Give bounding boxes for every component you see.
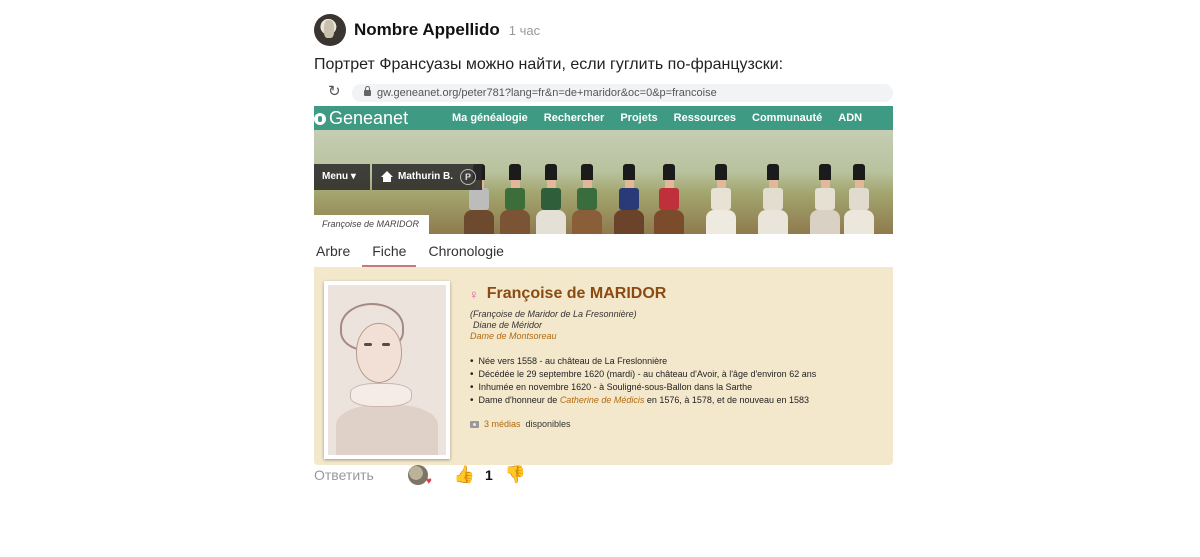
- person-button[interactable]: Mathurin B. P: [372, 164, 482, 190]
- rider-figure: [614, 164, 644, 234]
- aliases: (Françoise de Maridor de La Fresonnière)…: [470, 309, 637, 342]
- catherine-link[interactable]: Catherine de Médicis: [560, 395, 645, 405]
- fact-text: en 1576, à 1578, et de nouveau en 1583: [646, 395, 810, 405]
- rider-figure: [654, 164, 684, 234]
- geneanet-navbar: Geneanet Ma généalogie Rechercher Projet…: [314, 106, 893, 130]
- female-icon: ♀: [469, 286, 479, 302]
- name-tab: Françoise de MARIDOR: [314, 215, 430, 234]
- like-count: 1: [485, 467, 493, 483]
- tab-arbre[interactable]: Arbre: [316, 236, 350, 266]
- rider-figure: [706, 164, 736, 234]
- alias: Diane de Méridor: [473, 320, 543, 330]
- person-badge: P: [460, 169, 476, 185]
- thumbs-up-icon[interactable]: 👍: [454, 465, 475, 485]
- lock-icon: [364, 86, 371, 96]
- rider-figure: [810, 164, 840, 234]
- embedded-screenshot[interactable]: ↻ gw.geneanet.org/peter781?lang=fr&n=de+…: [314, 83, 893, 465]
- nav-item: Ressources: [673, 112, 737, 124]
- reload-icon: ↻: [328, 83, 341, 100]
- media-info: 3 médias disponibles: [470, 419, 571, 429]
- rider-figure: [572, 164, 602, 234]
- tab-chronologie[interactable]: Chronologie: [428, 236, 504, 266]
- nav-item: Communauté: [752, 112, 823, 124]
- media-link[interactable]: 3 médias: [484, 419, 521, 429]
- tab-fiche[interactable]: Fiche: [362, 236, 417, 268]
- menu-button[interactable]: Menu ▾: [314, 164, 370, 190]
- reaction-avatar[interactable]: ♥: [407, 465, 432, 487]
- home-icon: [381, 171, 393, 182]
- geneanet-leaf-icon: [314, 112, 326, 125]
- person-name-text: Françoise de MARIDOR: [486, 285, 667, 302]
- nav-item: ADN: [838, 112, 863, 124]
- alias: (Françoise de Maridor de La Fresonnière): [470, 309, 637, 319]
- rider-figure: [758, 164, 788, 234]
- person-label: Mathurin B.: [398, 171, 453, 182]
- geneanet-logo: Geneanet: [314, 108, 408, 129]
- camera-icon: [470, 420, 479, 428]
- timestamp: 1 час: [508, 22, 541, 38]
- comment-text: Портрет Франсуазы можно найти, если гугл…: [314, 56, 784, 73]
- geneanet-logo-text: Geneanet: [329, 108, 409, 128]
- nav-item: Ma généalogie: [452, 112, 528, 124]
- reply-button[interactable]: Ответить: [314, 467, 374, 483]
- profile-card: ♀ Françoise de MARIDOR (Françoise de Mar…: [314, 267, 893, 465]
- rider-figure: [844, 164, 874, 234]
- nav-item: Projets: [620, 112, 658, 124]
- heart-icon: ♥: [425, 476, 432, 487]
- media-text: disponibles: [525, 419, 571, 429]
- thumbs-down-icon[interactable]: 👎: [505, 465, 526, 485]
- fact-text: Dame d'honneur de: [478, 395, 558, 405]
- browser-url-bar: ↻ gw.geneanet.org/peter781?lang=fr&n=de+…: [314, 83, 893, 104]
- nav-item: Rechercher: [543, 112, 605, 124]
- comment: Nombre Appellido 1 час Портрет Франсуазы…: [314, 12, 894, 465]
- geneanet-menu: Ma généalogie Rechercher Projets Ressour…: [452, 106, 862, 130]
- rider-figure: [536, 164, 566, 234]
- avatar[interactable]: [314, 14, 346, 46]
- facts-list: Née vers 1558 - au château de La Freslon…: [470, 355, 817, 407]
- author-name[interactable]: Nombre Appellido: [354, 20, 500, 40]
- fact-item: Née vers 1558 - au château de La Freslon…: [470, 355, 816, 368]
- person-name: ♀ Françoise de MARIDOR: [469, 285, 666, 303]
- fact-item: Inhumée en novembre 1620 - à Souligné-so…: [470, 381, 816, 394]
- comment-actions: Ответить ♥ 👍 1 👎: [314, 463, 526, 487]
- alias-link[interactable]: Dame de Montsoreau: [470, 331, 637, 342]
- fact-item: Dame d'honneur de Catherine de Médicis e…: [470, 394, 816, 407]
- tab-bar: Arbre Fiche Chronologie: [314, 236, 893, 268]
- url-field: gw.geneanet.org/peter781?lang=fr&n=de+ma…: [352, 84, 893, 102]
- fact-item: Décédée le 29 septembre 1620 (mardi) - a…: [470, 368, 817, 381]
- comment-header: Nombre Appellido 1 час: [314, 12, 894, 48]
- portrait-image[interactable]: [324, 281, 450, 459]
- url-text: gw.geneanet.org/peter781?lang=fr&n=de+ma…: [377, 87, 717, 99]
- rider-figure: [500, 164, 530, 234]
